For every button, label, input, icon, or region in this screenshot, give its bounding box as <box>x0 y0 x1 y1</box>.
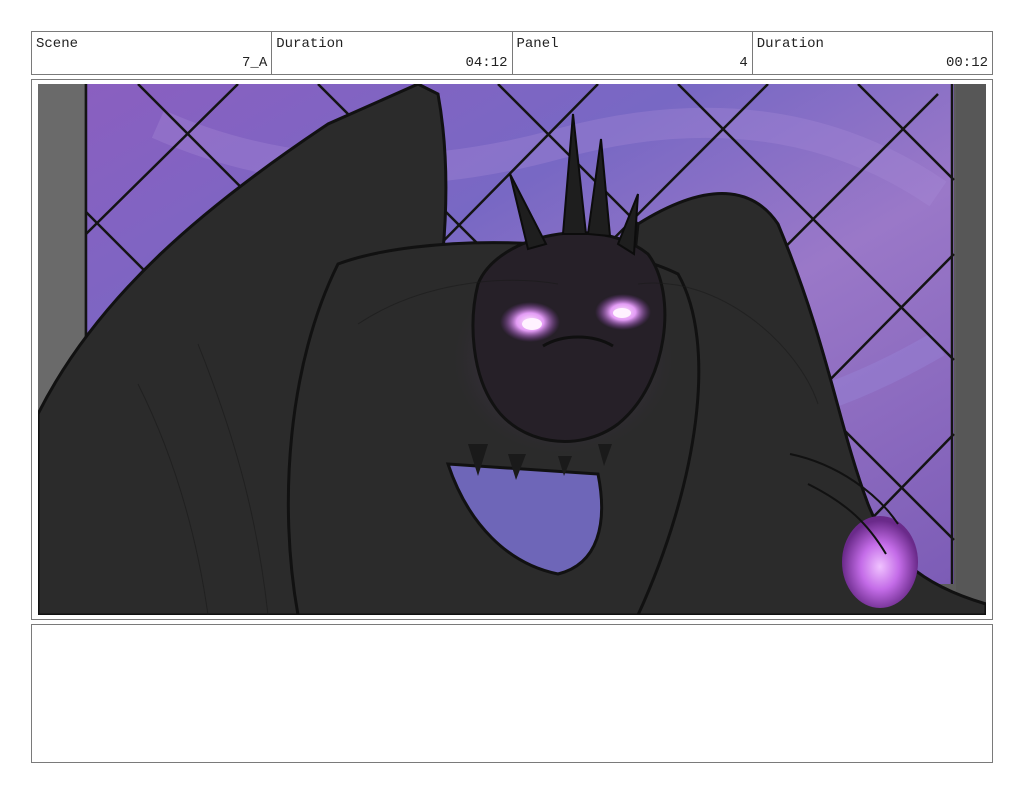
panel-duration-label: Duration <box>756 36 824 52</box>
scene-duration-cell: Duration 04:12 <box>272 32 513 74</box>
scene-cell: Scene 7_A <box>32 32 273 74</box>
panel-cell: Panel 4 <box>513 32 753 74</box>
panel-notes <box>31 624 993 763</box>
scene-value: 7_A <box>242 55 268 71</box>
panel-value: 4 <box>739 55 748 71</box>
panel-label: Panel <box>516 36 559 52</box>
scene-duration-value: 04:12 <box>465 55 508 71</box>
scene-duration-label: Duration <box>276 36 344 52</box>
storyboard-panel-image <box>38 84 986 615</box>
panel-duration-value: 00:12 <box>945 55 988 71</box>
panel-header: Scene 7_A Duration 04:12 Panel 4 Duratio… <box>31 31 993 75</box>
scene-label: Scene <box>36 36 79 52</box>
panel-duration-cell: Duration 00:12 <box>753 32 992 74</box>
